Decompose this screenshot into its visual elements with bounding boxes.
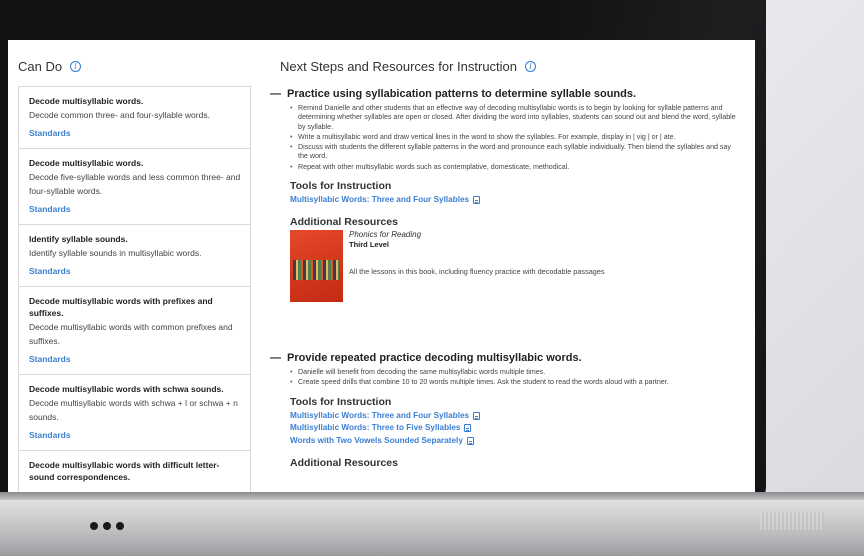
tools-heading: Tools for Instruction [290,395,392,408]
section-syllabication: — Practice using syllabication patterns … [270,88,740,302]
collapse-toggle[interactable]: — [270,88,281,100]
can-do-item: Decode multisyllabic words with schwa so… [19,375,250,451]
instruction-list: Danielle will benefit from decoding the … [290,368,740,388]
standards-link[interactable]: Standards [29,430,241,440]
book-cover-image[interactable] [290,229,343,302]
tool-link-label: Multisyllabic Words: Three to Five Sylla… [290,423,461,433]
additional-resources-heading: Additional Resources [290,215,398,228]
list-item: Remind Danielle and other students that … [290,104,740,132]
document-icon [466,436,474,445]
tool-link[interactable]: Words with Two Vowels Sounded Separately [290,435,740,448]
laptop-hinge [0,492,864,500]
can-do-item: Identify syllable sounds. Identify sylla… [19,225,250,287]
tool-link-label: Words with Two Vowels Sounded Separately [290,435,463,445]
can-do-list: Decode multisyllabic words. Decode commo… [18,86,251,492]
laptop-indicator-lights [90,522,134,532]
book-cover-art [293,259,339,280]
laptop-screen: Can Do i Decode multisyllabic words. Dec… [8,40,755,492]
can-do-item-title: Decode multisyllabic words with prefixes… [29,296,213,318]
book-info: Phonics for Reading Third Level All the … [349,230,605,302]
book-description: All the lessons in this book, including … [349,266,605,276]
document-icon [473,196,481,205]
can-do-item-title: Decode multisyllabic words with schwa so… [29,384,224,394]
next-steps-heading: Next Steps and Resources for Instruction… [280,59,537,74]
tool-link[interactable]: Multisyllabic Words: Three and Four Syll… [290,194,740,207]
can-do-item: Decode multisyllabic words with difficul… [19,451,250,492]
can-do-item: Decode multisyllabic words. Decode commo… [19,87,250,149]
collapse-toggle[interactable]: — [270,352,281,364]
can-do-item-title: Decode multisyllabic words with difficul… [29,460,220,482]
section-title-text: Provide repeated practice decoding multi… [287,352,582,364]
can-do-item-desc: Decode multisyllabic words with common p… [29,322,233,346]
info-icon[interactable]: i [525,61,537,72]
can-do-item: Decode multisyllabic words. Decode five-… [19,149,250,225]
next-steps-panel: Next Steps and Resources for Instruction… [270,40,755,492]
indicator-dot [90,522,98,530]
list-item: Danielle will benefit from decoding the … [290,368,740,378]
next-steps-title: Next Steps and Resources for Instruction [280,59,518,74]
can-do-item-title: Decode multisyllabic words. [29,96,144,106]
indicator-dot [103,522,111,530]
can-do-item-desc: Identify syllable sounds in multisyllabi… [29,248,202,258]
indicator-dot [116,522,124,530]
can-do-item-title: Decode multisyllabic words. [29,158,144,168]
tool-link-label: Multisyllabic Words: Three and Four Syll… [290,410,470,420]
can-do-heading: Can Do i [18,59,82,74]
section-repeated-practice: — Provide repeated practice decoding mul… [270,352,740,471]
standards-link[interactable]: Standards [29,354,241,364]
can-do-panel: Can Do i Decode multisyllabic words. Dec… [8,40,251,492]
list-item: Write a multisyllabic word and draw vert… [290,133,740,143]
additional-resources-heading: Additional Resources [290,457,398,470]
can-do-item: Decode multisyllabic words with prefixes… [19,287,250,375]
can-do-item-desc: Decode five-syllable words and less comm… [29,172,241,196]
section-title: — Practice using syllabication patterns … [270,88,740,100]
document-icon [464,424,472,433]
can-do-title: Can Do [18,59,63,74]
book-resource: Phonics for Reading Third Level All the … [290,229,740,302]
document-icon [473,411,481,420]
tool-link[interactable]: Multisyllabic Words: Three and Four Syll… [290,410,740,423]
tool-link-label: Multisyllabic Words: Three and Four Syll… [290,195,470,205]
list-item: Create speed drills that combine 10 to 2… [290,378,740,388]
instruction-list: Remind Danielle and other students that … [290,104,740,172]
book-level: Third Level [349,239,390,249]
can-do-item-desc: Decode multisyllabic words with schwa + … [29,398,238,422]
tool-link[interactable]: Multisyllabic Words: Three to Five Sylla… [290,422,740,435]
laptop-vent [760,512,824,530]
section-title: — Provide repeated practice decoding mul… [270,352,740,364]
section-title-text: Practice using syllabication patterns to… [287,88,637,100]
standards-link[interactable]: Standards [29,204,241,214]
can-do-item-title: Identify syllable sounds. [29,234,128,244]
list-item: Discuss with students the different syll… [290,143,740,162]
info-icon[interactable]: i [70,61,82,72]
list-item: Repeat with other multisyllabic words su… [290,163,740,173]
tools-heading: Tools for Instruction [290,180,392,193]
book-title: Phonics for Reading [349,229,422,239]
can-do-item-desc: Decode common three- and four-syllable w… [29,110,210,120]
standards-link[interactable]: Standards [29,266,241,276]
standards-link[interactable]: Standards [29,128,241,138]
